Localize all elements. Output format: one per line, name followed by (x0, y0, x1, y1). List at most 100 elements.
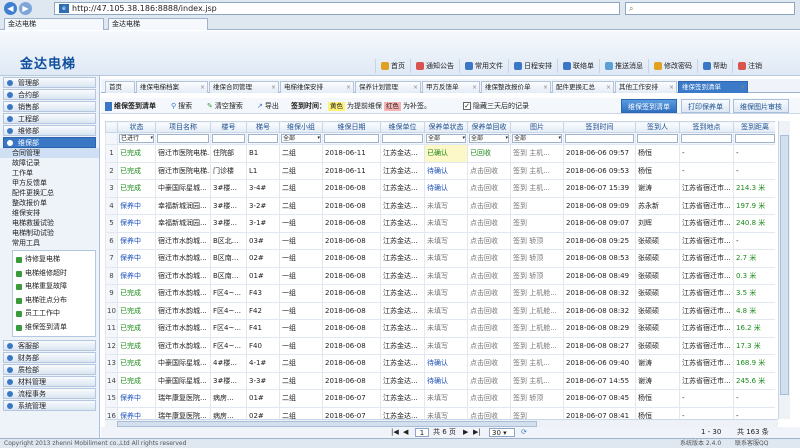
close-tab-icon[interactable]: × (472, 82, 477, 93)
filter-input[interactable] (324, 134, 379, 143)
column-header[interactable]: 签到距离 (733, 121, 775, 133)
sidebar-group[interactable]: 财务部 (3, 352, 96, 363)
topnav-help[interactable]: 帮助 (697, 59, 732, 73)
cell-photos[interactable]: 签到 轿顶 (510, 249, 564, 268)
close-tab-icon[interactable]: × (271, 82, 276, 93)
cell-photos[interactable]: 签到 轿顶 (510, 389, 564, 408)
page-input[interactable]: 1 (415, 428, 429, 437)
sidebar-group[interactable]: 材料管理 (3, 376, 96, 387)
column-header[interactable]: 保养单回收 (467, 121, 511, 133)
column-header[interactable]: 签到人 (635, 121, 680, 133)
refresh-icon[interactable]: ⟳ (521, 427, 527, 438)
sidebar-group[interactable]: 客服部 (3, 340, 96, 351)
sidebar-subitem[interactable]: 电梯驻点分布 (13, 294, 95, 308)
table-row[interactable]: 7 保养中 宿迁市水韵城... B区南... 02# 一组 2018-06-08 江苏金达..… (105, 249, 775, 268)
main-tab[interactable]: 电梯维保安排 × (280, 81, 354, 93)
cell-photos[interactable]: 签到 主机... (510, 179, 564, 198)
hide-future-toggle[interactable]: ✓ 隐藏三天后的记录 (463, 100, 529, 112)
filter-select[interactable]: 全部 ▾ (469, 134, 509, 143)
column-header[interactable]: 状态 (117, 121, 156, 133)
column-header[interactable]: 维保单位 (380, 121, 425, 133)
filter-input[interactable] (212, 134, 245, 143)
column-header[interactable]: 楼号 (210, 121, 247, 133)
sidebar-item[interactable]: 电梯制动试验 (0, 228, 99, 238)
table-row[interactable]: 13 已完成 中豪国际星城... 4#楼... 4-1# 二组 2018-06-08 江苏金达… (105, 354, 775, 373)
main-tab[interactable]: 维保电梯档案 × (136, 81, 208, 93)
main-tab[interactable]: 维保整改报价单 × (481, 81, 551, 93)
close-tab-icon[interactable]: × (669, 82, 674, 93)
sidebar-subitem[interactable]: 员工工作中 (13, 307, 95, 321)
table-row[interactable]: 11 已完成 宿迁市水韵城... F区4~... F41 一组 2018-06-08 江苏金达… (105, 319, 775, 338)
print-maintenance-button[interactable]: 打印保养单 (681, 99, 730, 113)
sidebar-item[interactable]: 电梯救援试验 (0, 218, 99, 228)
cell-form-recycle[interactable]: 点击回收 (467, 214, 511, 233)
table-row[interactable]: 2 已完成 宿迁市医院电梯... 门诊楼 L1 二组 2018-06-11 江苏金达... 待确… (105, 161, 775, 180)
tab-checkin-list[interactable]: 维保签到清单 (621, 99, 677, 113)
cell-form-recycle[interactable]: 点击回收 (467, 371, 511, 390)
last-page-icon[interactable]: ▶| (473, 427, 481, 438)
browser-search-field[interactable]: ⌕ (625, 2, 795, 15)
browser-tab-1[interactable]: 金达电梯 (4, 18, 104, 30)
column-header[interactable]: 签到时间 (563, 121, 636, 133)
sidebar-subitem[interactable]: 待修复电梯 (13, 253, 95, 267)
cell-photos[interactable]: 签到 主机... (510, 354, 564, 373)
cell-form-recycle[interactable]: 点击回收 (467, 196, 511, 215)
sidebar-subitem[interactable]: 电梯重复故障 (13, 280, 95, 294)
sidebar-item[interactable]: 整改报价单 (0, 198, 99, 208)
close-tab-icon[interactable]: × (740, 82, 745, 93)
main-tab[interactable]: 首页 (105, 81, 135, 93)
main-tab[interactable]: 维保签到清单 × (678, 81, 748, 93)
sidebar-group[interactable]: 质检部 (3, 364, 96, 375)
sidebar-group-open[interactable]: 维保部 (3, 137, 96, 148)
topnav-message[interactable]: 推送消息 (599, 59, 648, 73)
sidebar-subitem[interactable]: 电梯维修超时 (13, 267, 95, 281)
filter-select[interactable]: 已进行 ▾ (119, 134, 154, 143)
close-tab-icon[interactable]: × (200, 82, 205, 93)
sidebar-item[interactable]: 故障记录 (0, 158, 99, 168)
filter-input[interactable] (248, 134, 278, 143)
vertical-scrollbar[interactable] (778, 121, 790, 419)
horizontal-scrollbar[interactable] (105, 419, 778, 427)
sidebar-item[interactable]: 合同管理 (0, 148, 99, 158)
cell-form-recycle[interactable]: 点击回收 (467, 249, 511, 268)
browser-tab-2[interactable]: 金达电梯 (108, 18, 208, 30)
sidebar-item[interactable]: 维保安排 (0, 208, 99, 218)
cell-form-recycle[interactable]: 点击回收 (467, 266, 511, 285)
cell-photos[interactable]: 签到 轿顶 (510, 266, 564, 285)
main-tab[interactable]: 其他工作安排 × (615, 81, 677, 93)
cell-form-recycle[interactable]: 点击回收 (467, 179, 511, 198)
close-tab-icon[interactable]: × (543, 82, 548, 93)
page-size-select[interactable]: 30 ▾ (489, 428, 515, 437)
cell-form-recycle[interactable]: 点击回收 (467, 389, 511, 408)
filter-input[interactable] (735, 134, 775, 143)
filter-select[interactable]: 全部 ▾ (426, 134, 466, 143)
main-tab[interactable]: 甲方反馈单 × (422, 81, 480, 93)
column-header[interactable]: 签到地点 (679, 121, 734, 133)
sidebar-group[interactable]: 工程部 (3, 113, 96, 124)
main-tab[interactable]: 配件更换汇总 × (552, 81, 614, 93)
topnav-home[interactable]: 首页 (375, 59, 410, 73)
table-row[interactable]: 14 已完成 中豪国际星城... 3#楼... 3-3# 二组 2018-06-08 江苏金达… (105, 371, 775, 390)
back-button[interactable]: ◀ (4, 2, 17, 15)
cell-form-recycle[interactable]: 点击回收 (467, 284, 511, 303)
cell-photos[interactable]: 签到 (510, 196, 564, 215)
table-row[interactable]: 15 保养中 瑞年康复医院... 病房... 01# 二组 2018-06-07 江苏金达..… (105, 389, 775, 408)
table-row[interactable]: 12 已完成 宿迁市水韵城... F区4~... F40 一组 2018-06-08 江苏金达… (105, 336, 775, 355)
table-row[interactable]: 3 已完成 中豪国际星城... 3#楼... 3-4# 二组 2018-06-08 江苏金达.… (105, 179, 775, 198)
cell-form-recycle[interactable]: 点击回收 (467, 161, 511, 180)
table-row[interactable]: 4 保养中 幸福新城润园... 3#楼... 3-2# 二组 2018-06-08 江苏金达.… (105, 196, 775, 215)
cell-photos[interactable]: 签到 (510, 214, 564, 233)
cell-form-recycle[interactable]: 点击回收 (467, 336, 511, 355)
export-button[interactable]: ↗ 导出 (257, 100, 279, 112)
topnav-bell[interactable]: 通知公告 (410, 59, 459, 73)
column-header[interactable]: 项目名称 (155, 121, 211, 133)
cell-form-recycle[interactable]: 点击回收 (467, 231, 511, 250)
filter-select[interactable]: 全部 ▾ (512, 134, 562, 143)
table-row[interactable]: 8 保养中 宿迁市水韵城... B区南... 01# 一组 2018-06-08 江苏金达..… (105, 266, 775, 285)
column-header[interactable]: 图片 (510, 121, 564, 133)
checkbox-icon[interactable]: ✓ (463, 102, 471, 110)
filter-input[interactable] (565, 134, 634, 143)
cell-photos[interactable]: 签到 上机舱... (510, 336, 564, 355)
column-header[interactable]: 维保日期 (322, 121, 381, 133)
filter-input[interactable] (681, 134, 732, 143)
